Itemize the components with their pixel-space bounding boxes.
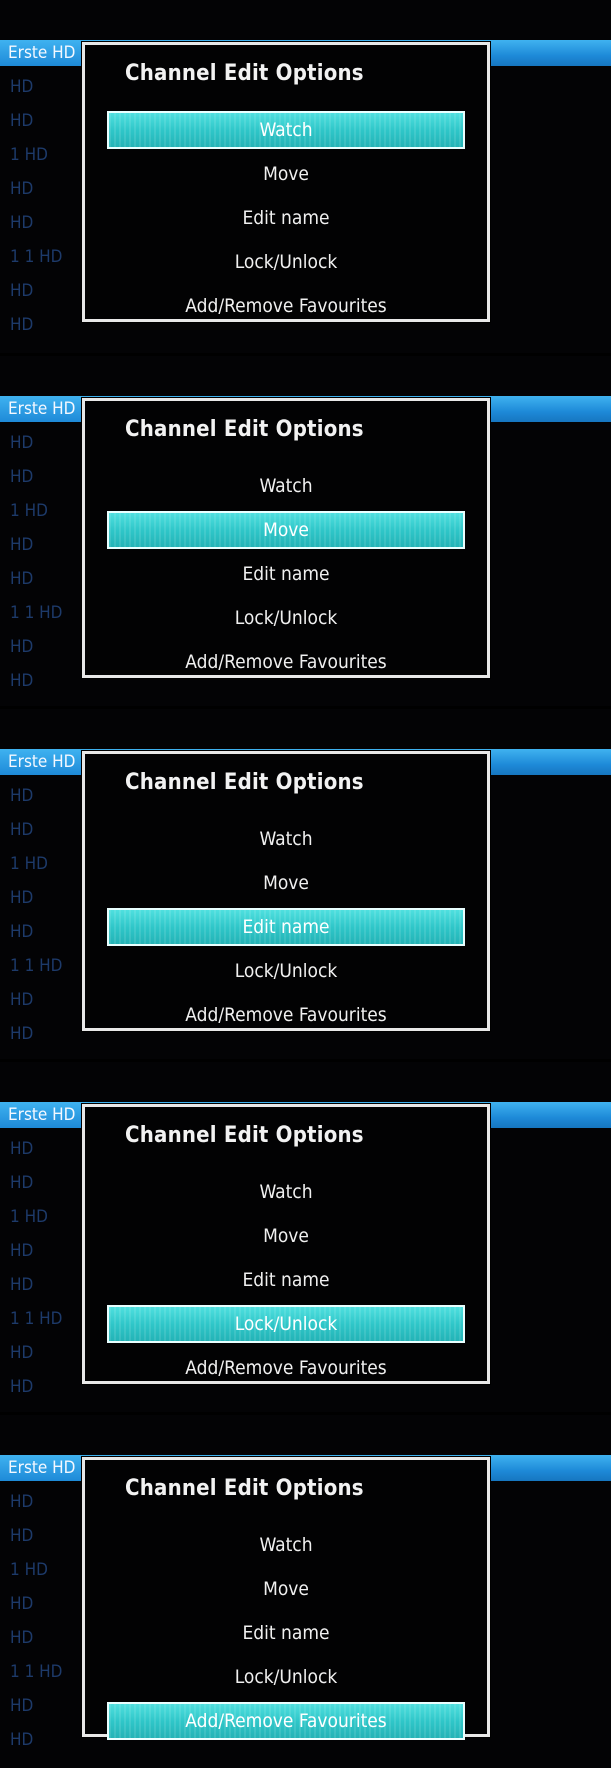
dialog-title: Channel Edit Options xyxy=(125,1123,364,1148)
channel-header-label: Erste HD xyxy=(0,749,88,775)
channel-list: HD HD 1 HD HD HD 1 1 HD HD HD xyxy=(0,779,90,1051)
channel-list-item[interactable]: HD xyxy=(0,1336,90,1370)
channel-list-item[interactable]: HD xyxy=(0,1017,90,1051)
channel-list-item[interactable]: HD xyxy=(0,1132,90,1166)
channel-list-item[interactable]: 1 1 HD xyxy=(0,240,90,274)
channel-edit-options-dialog: Channel Edit Options Watch Move Edit name Lo… xyxy=(82,1104,490,1384)
channel-list-item[interactable]: HD xyxy=(0,426,90,460)
channel-list-item[interactable]: 1 1 HD xyxy=(0,949,90,983)
channel-list-item[interactable]: HD xyxy=(0,1268,90,1302)
channel-list-item[interactable]: HD xyxy=(0,779,90,813)
dialog-title: Channel Edit Options xyxy=(125,1476,364,1501)
tv-screen-frame: Erste HD HD HD 1 HD HD HD 1 1 HD HD HD Channel Ed… xyxy=(0,353,611,709)
option-edit-name[interactable]: Edit name xyxy=(109,557,463,591)
channel-list-item[interactable]: HD xyxy=(0,1689,90,1723)
option-edit-name[interactable]: Edit name xyxy=(109,1263,463,1297)
channel-list-item[interactable]: HD xyxy=(0,813,90,847)
channel-list-item[interactable]: HD xyxy=(0,528,90,562)
option-watch[interactable]: Watch xyxy=(109,1528,463,1562)
channel-list-item[interactable]: 1 1 HD xyxy=(0,1302,90,1336)
channel-list-item[interactable]: HD xyxy=(0,562,90,596)
channel-list-item[interactable]: HD xyxy=(0,172,90,206)
dialog-title: Channel Edit Options xyxy=(125,770,364,795)
channel-list-item[interactable]: 1 HD xyxy=(0,138,90,172)
option-move[interactable]: Move xyxy=(109,1219,463,1253)
option-watch[interactable]: Watch xyxy=(107,111,465,149)
channel-list-item[interactable]: HD xyxy=(0,630,90,664)
option-move[interactable]: Move xyxy=(109,1572,463,1606)
channel-list-item[interactable]: HD xyxy=(0,1370,90,1404)
channel-list: HD HD 1 HD HD HD 1 1 HD HD HD xyxy=(0,1485,90,1757)
option-add-remove-favourites[interactable]: Add/Remove Favourites xyxy=(107,1702,465,1740)
option-edit-name[interactable]: Edit name xyxy=(107,908,465,946)
channel-list-item[interactable]: 1 HD xyxy=(0,1553,90,1587)
option-lock-unlock[interactable]: Lock/Unlock xyxy=(109,954,463,988)
channel-list-item[interactable]: HD xyxy=(0,983,90,1017)
channel-edit-options-dialog: Channel Edit Options Watch Move Edit name Lo… xyxy=(82,1457,490,1740)
channel-header-label: Erste HD xyxy=(0,1455,88,1481)
channel-list-item[interactable]: HD xyxy=(0,1234,90,1268)
option-move[interactable]: Move xyxy=(107,511,465,549)
channel-list-item[interactable]: HD xyxy=(0,308,90,342)
channel-edit-options-dialog: Channel Edit Options Watch Move Edit name Lo… xyxy=(82,42,490,322)
channel-list-item[interactable]: HD xyxy=(0,1519,90,1553)
option-lock-unlock[interactable]: Lock/Unlock xyxy=(109,601,463,635)
tv-screen-frame: Erste HD HD HD 1 HD HD HD 1 1 HD HD HD Channel Ed… xyxy=(0,1059,611,1415)
option-add-remove-favourites[interactable]: Add/Remove Favourites xyxy=(109,645,463,679)
channel-list-item[interactable]: 1 1 HD xyxy=(0,1655,90,1689)
channel-list-item[interactable]: HD xyxy=(0,915,90,949)
option-lock-unlock[interactable]: Lock/Unlock xyxy=(109,245,463,279)
channel-list-item[interactable]: HD xyxy=(0,274,90,308)
option-watch[interactable]: Watch xyxy=(109,822,463,856)
channel-header-label: Erste HD xyxy=(0,40,88,66)
channel-list-item[interactable]: HD xyxy=(0,1485,90,1519)
channel-list: HD HD 1 HD HD HD 1 1 HD HD HD xyxy=(0,1132,90,1404)
channel-edit-options-dialog: Channel Edit Options Watch Move Edit name Lo… xyxy=(82,398,490,678)
channel-header-label: Erste HD xyxy=(0,396,88,422)
option-edit-name[interactable]: Edit name xyxy=(109,201,463,235)
channel-list-item[interactable]: HD xyxy=(0,1621,90,1655)
channel-list-item[interactable]: 1 1 HD xyxy=(0,596,90,630)
option-move[interactable]: Move xyxy=(109,866,463,900)
dialog-title: Channel Edit Options xyxy=(125,417,364,442)
option-add-remove-favourites[interactable]: Add/Remove Favourites xyxy=(109,289,463,323)
channel-list-item[interactable]: HD xyxy=(0,664,90,698)
channel-list-item[interactable]: HD xyxy=(0,70,90,104)
option-watch[interactable]: Watch xyxy=(109,469,463,503)
channel-list-item[interactable]: 1 HD xyxy=(0,847,90,881)
channel-header-label: Erste HD xyxy=(0,1102,88,1128)
option-add-remove-favourites[interactable]: Add/Remove Favourites xyxy=(109,1351,463,1385)
channel-list-item[interactable]: HD xyxy=(0,206,90,240)
channel-list-item[interactable]: 1 HD xyxy=(0,494,90,528)
option-add-remove-favourites[interactable]: Add/Remove Favourites xyxy=(109,998,463,1032)
channel-list-item[interactable]: HD xyxy=(0,460,90,494)
option-lock-unlock[interactable]: Lock/Unlock xyxy=(109,1660,463,1694)
channel-list-item[interactable]: HD xyxy=(0,104,90,138)
option-move[interactable]: Move xyxy=(109,157,463,191)
channel-list: HD HD 1 HD HD HD 1 1 HD HD HD xyxy=(0,70,90,342)
tv-screen-frame: Erste HD HD HD 1 HD HD HD 1 1 HD HD HD Channel Ed… xyxy=(0,1412,611,1768)
option-edit-name[interactable]: Edit name xyxy=(109,1616,463,1650)
option-watch[interactable]: Watch xyxy=(109,1175,463,1209)
channel-list: HD HD 1 HD HD HD 1 1 HD HD HD xyxy=(0,426,90,698)
channel-list-item[interactable]: 1 HD xyxy=(0,1200,90,1234)
channel-edit-options-dialog: Channel Edit Options Watch Move Edit name Lo… xyxy=(82,751,490,1031)
channel-list-item[interactable]: HD xyxy=(0,1723,90,1757)
channel-list-item[interactable]: HD xyxy=(0,1587,90,1621)
channel-list-item[interactable]: HD xyxy=(0,881,90,915)
option-lock-unlock[interactable]: Lock/Unlock xyxy=(107,1305,465,1343)
dialog-title: Channel Edit Options xyxy=(125,61,364,86)
tv-screen-frame: Erste HD HD HD 1 HD HD HD 1 1 HD HD HD Channel Ed… xyxy=(0,706,611,1062)
tv-screen-frame: Erste HD HD HD 1 HD HD HD 1 1 HD HD HD Channel Ed… xyxy=(0,0,611,353)
channel-list-item[interactable]: HD xyxy=(0,1166,90,1200)
